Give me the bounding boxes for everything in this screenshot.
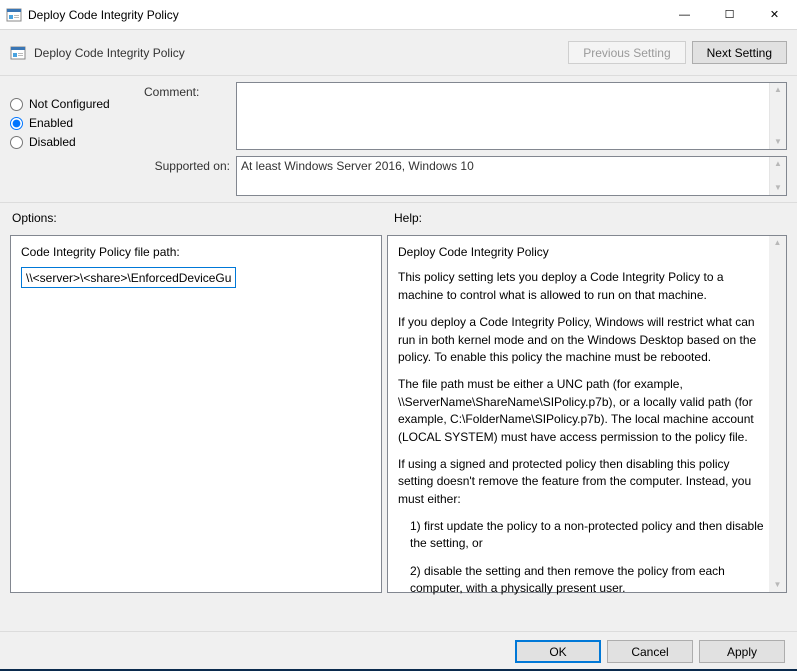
help-p3: The file path must be either a UNC path … — [398, 376, 766, 446]
next-setting-button[interactable]: Next Setting — [692, 41, 787, 64]
supported-on-box: At least Windows Server 2016, Windows 10… — [236, 156, 787, 196]
gpedit-icon — [6, 7, 22, 23]
help-pane: Deploy Code Integrity Policy This policy… — [387, 235, 787, 593]
top-panel: Not Configured Enabled Disabled Comment:… — [0, 76, 797, 203]
apply-button[interactable]: Apply — [699, 640, 785, 663]
policy-path-label: Code Integrity Policy file path: — [21, 244, 371, 261]
previous-setting-button: Previous Setting — [568, 41, 685, 64]
supported-scrollbar: ▲ ▼ — [769, 157, 786, 195]
scroll-down-icon: ▼ — [770, 135, 786, 149]
scroll-up-icon: ▲ — [770, 83, 786, 97]
radio-not-configured-input[interactable] — [10, 98, 23, 111]
gpedit-icon — [10, 45, 26, 61]
help-label: Help: — [384, 211, 785, 225]
supported-on-label: Supported on: — [144, 156, 236, 196]
help-p2: If you deploy a Code Integrity Policy, W… — [398, 314, 766, 366]
comment-scrollbar[interactable]: ▲ ▼ — [769, 83, 786, 149]
window-close-button[interactable]: ✕ — [752, 0, 797, 29]
window-minimize-button[interactable]: — — [662, 0, 707, 29]
radio-disabled-input[interactable] — [10, 136, 23, 149]
window-maximize-button[interactable]: ☐ — [707, 0, 752, 29]
window-title: Deploy Code Integrity Policy — [28, 8, 179, 22]
dialog-footer: OK Cancel Apply — [0, 631, 797, 671]
scroll-down-icon: ▼ — [770, 181, 786, 195]
state-radio-group: Not Configured Enabled Disabled — [10, 82, 140, 196]
dialog-header: Deploy Code Integrity Policy Previous Se… — [0, 30, 797, 76]
radio-not-configured[interactable]: Not Configured — [10, 97, 140, 111]
scroll-up-icon: ▲ — [770, 157, 786, 171]
help-p4: If using a signed and protected policy t… — [398, 456, 766, 508]
window-titlebar: Deploy Code Integrity Policy — ☐ ✕ — [0, 0, 797, 30]
help-p6: 2) disable the setting and then remove t… — [398, 563, 766, 598]
comment-label: Comment: — [144, 82, 236, 150]
policy-path-input[interactable] — [21, 267, 236, 288]
panes-labels: Options: Help: — [0, 203, 797, 231]
scroll-up-icon: ▲ — [769, 236, 786, 250]
dialog-title: Deploy Code Integrity Policy — [34, 46, 185, 60]
help-scrollbar[interactable]: ▲ ▼ — [769, 236, 786, 592]
radio-disabled-label: Disabled — [29, 135, 76, 149]
help-title: Deploy Code Integrity Policy — [398, 244, 766, 261]
radio-enabled-label: Enabled — [29, 116, 73, 130]
scroll-down-icon: ▼ — [769, 578, 786, 592]
help-p5: 1) first update the policy to a non-prot… — [398, 518, 766, 553]
options-label: Options: — [12, 211, 384, 225]
radio-not-configured-label: Not Configured — [29, 97, 110, 111]
radio-enabled-input[interactable] — [10, 117, 23, 130]
ok-button[interactable]: OK — [515, 640, 601, 663]
radio-enabled[interactable]: Enabled — [10, 116, 140, 130]
radio-disabled[interactable]: Disabled — [10, 135, 140, 149]
help-p1: This policy setting lets you deploy a Co… — [398, 269, 766, 304]
supported-on-value: At least Windows Server 2016, Windows 10 — [241, 159, 474, 173]
options-pane: Code Integrity Policy file path: — [10, 235, 382, 593]
cancel-button[interactable]: Cancel — [607, 640, 693, 663]
comment-textarea[interactable]: ▲ ▼ — [236, 82, 787, 150]
main-panes: Code Integrity Policy file path: Deploy … — [0, 231, 797, 599]
